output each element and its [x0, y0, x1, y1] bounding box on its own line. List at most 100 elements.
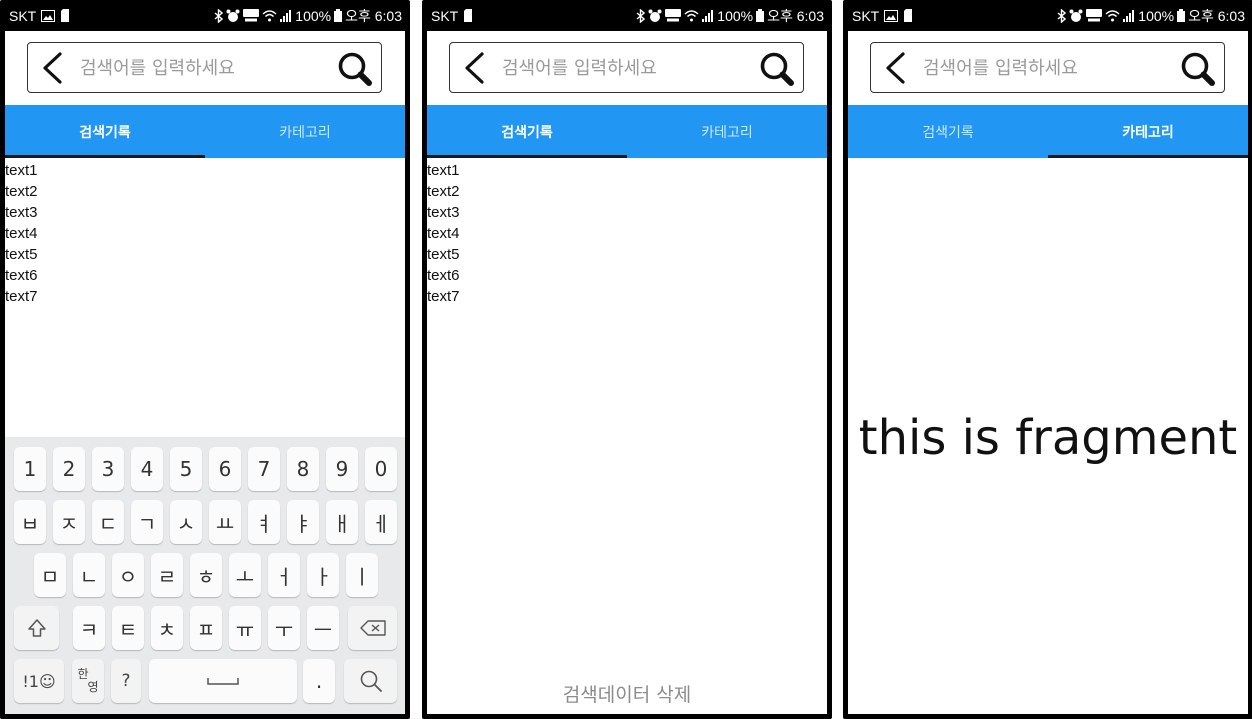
battery-percent: 100%	[1138, 7, 1175, 24]
key-char[interactable]: ㅇ	[112, 553, 144, 597]
key-char[interactable]: ㅁ	[34, 553, 66, 597]
language-toggle-key[interactable]: 한 영	[72, 659, 104, 703]
search-input[interactable]	[923, 53, 1163, 83]
hd-voice-icon	[665, 9, 682, 22]
list-item[interactable]: text7	[5, 286, 405, 307]
list-item[interactable]: text1	[5, 160, 405, 181]
key-3[interactable]: 3	[92, 447, 124, 491]
list-item[interactable]: text2	[5, 181, 405, 202]
list-item[interactable]: text7	[427, 286, 827, 307]
backspace-key[interactable]	[348, 606, 397, 650]
tab-category[interactable]: 카테고리	[627, 105, 827, 158]
key-4[interactable]: 4	[131, 447, 163, 491]
key-2[interactable]: 2	[53, 447, 85, 491]
key-char[interactable]: ㄹ	[151, 553, 183, 597]
key-char[interactable]: ㅠ	[229, 606, 261, 650]
key-char[interactable]: ㅊ	[151, 606, 183, 650]
tab-category[interactable]: 카테고리	[1048, 105, 1248, 158]
shift-key[interactable]	[14, 606, 59, 650]
key-char[interactable]: ㅔ	[365, 500, 397, 544]
key-char[interactable]: ㅏ	[307, 553, 339, 597]
tab-category[interactable]: 카테고리	[205, 105, 405, 158]
key-6[interactable]: 6	[209, 447, 241, 491]
search-icon[interactable]	[337, 51, 373, 87]
key-char[interactable]: ㄷ	[92, 500, 124, 544]
question-key[interactable]: ?	[111, 659, 141, 703]
gallery-icon	[41, 9, 56, 22]
key-char[interactable]: ㅓ	[268, 553, 300, 597]
back-arrow-icon[interactable]	[40, 52, 66, 84]
key-char[interactable]: ㅣ	[346, 553, 378, 597]
bluetooth-icon	[636, 8, 646, 23]
space-icon	[207, 678, 239, 685]
search-input[interactable]	[80, 53, 320, 83]
fragment-content-text: this is fragment	[858, 410, 1238, 466]
carrier-label: SKT	[9, 7, 37, 24]
search-key[interactable]	[344, 659, 397, 703]
search-icon[interactable]	[1180, 51, 1216, 87]
key-1[interactable]: 1	[14, 447, 46, 491]
search-box	[449, 42, 804, 93]
search-icon[interactable]	[759, 51, 795, 87]
tab-search-history[interactable]: 검색기록	[848, 105, 1048, 158]
key-char[interactable]: ㅎ	[190, 553, 222, 597]
key-char[interactable]: ㅂ	[14, 500, 46, 544]
tab-search-history[interactable]: 검색기록	[5, 105, 205, 158]
list-item[interactable]: text5	[5, 244, 405, 265]
search-box	[27, 42, 382, 93]
key-0[interactable]: 0	[365, 447, 397, 491]
list-item[interactable]: text4	[5, 223, 405, 244]
delete-search-data-button[interactable]: 검색데이터 삭제	[427, 680, 827, 710]
key-5[interactable]: 5	[170, 447, 202, 491]
alarm-icon	[648, 9, 662, 23]
phone-screen-category: SKT 100% 오후 6:03 검색기록	[843, 0, 1252, 719]
key-char[interactable]: ㄴ	[73, 553, 105, 597]
key-char[interactable]: ㅕ	[248, 500, 280, 544]
key-char[interactable]: ㅡ	[307, 606, 339, 650]
keyboard-row-1: ㅂ ㅈ ㄷ ㄱ ㅅ ㅛ ㅕ ㅑ ㅐ ㅔ	[5, 498, 405, 551]
hd-voice-icon	[1086, 9, 1103, 22]
list-item[interactable]: text1	[427, 160, 827, 181]
key-char[interactable]: ㅍ	[190, 606, 222, 650]
symbols-key[interactable]: !1☺	[14, 659, 64, 703]
list-item[interactable]: text3	[5, 202, 405, 223]
bluetooth-icon	[1057, 8, 1067, 23]
key-char[interactable]: ㅋ	[73, 606, 105, 650]
list-item[interactable]: text6	[427, 265, 827, 286]
key-char[interactable]: ㅗ	[229, 553, 261, 597]
key-char[interactable]: ㅌ	[112, 606, 144, 650]
status-bar: SKT 100% 오후 6:03	[848, 5, 1248, 31]
key-8[interactable]: 8	[287, 447, 319, 491]
wifi-icon	[262, 9, 277, 22]
key-char[interactable]: ㄱ	[131, 500, 163, 544]
tab-search-history[interactable]: 검색기록	[427, 105, 627, 158]
key-char[interactable]: ㅈ	[53, 500, 85, 544]
keyboard-row-2: ㅁ ㄴ ㅇ ㄹ ㅎ ㅗ ㅓ ㅏ ㅣ	[5, 551, 405, 604]
list-item[interactable]: text3	[427, 202, 827, 223]
key-7[interactable]: 7	[248, 447, 280, 491]
back-arrow-icon[interactable]	[462, 52, 488, 84]
alarm-icon	[226, 9, 240, 23]
key-char[interactable]: ㅛ	[209, 500, 241, 544]
app-screen: SKT 100% 오후 6:03 검색기록	[848, 5, 1248, 714]
hd-voice-icon	[243, 9, 260, 22]
period-key[interactable]: .	[303, 659, 335, 703]
key-char[interactable]: ㅜ	[268, 606, 300, 650]
key-char[interactable]: ㅐ	[326, 500, 358, 544]
list-item[interactable]: text2	[427, 181, 827, 202]
key-char[interactable]: ㅅ	[170, 500, 202, 544]
list-item[interactable]: text4	[427, 223, 827, 244]
signal-icon	[702, 9, 714, 22]
list-item[interactable]: text5	[427, 244, 827, 265]
search-history-list: text1 text2 text3 text4 text5 text6 text…	[5, 160, 405, 307]
key-char[interactable]: ㅑ	[287, 500, 319, 544]
keyboard-row-3: ㅋ ㅌ ㅊ ㅍ ㅠ ㅜ ㅡ	[5, 604, 405, 657]
tab-bar: 검색기록 카테고리	[427, 105, 827, 158]
back-arrow-icon[interactable]	[883, 52, 909, 84]
battery-percent: 100%	[717, 7, 754, 24]
key-9[interactable]: 9	[326, 447, 358, 491]
search-input[interactable]	[502, 53, 742, 83]
space-key[interactable]	[149, 659, 297, 703]
list-item[interactable]: text6	[5, 265, 405, 286]
lang-label-bottom: 영	[87, 680, 99, 694]
